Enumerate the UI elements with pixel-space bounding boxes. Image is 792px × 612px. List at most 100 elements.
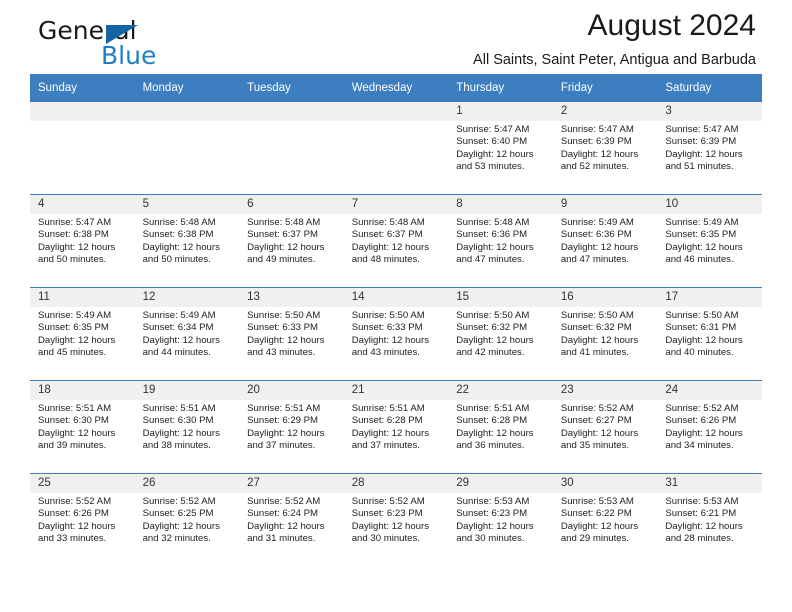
day-info-cell: Sunrise: 5:52 AM Sunset: 6:23 PM Daylight:… (343, 493, 449, 566)
day-info-cell: Sunrise: 5:47 AM Sunset: 6:38 PM Daylight:… (30, 214, 135, 288)
week-daynumber-row: 123 (30, 102, 762, 121)
day-number-cell[interactable]: 12 (134, 287, 240, 307)
day-info-cell: Sunrise: 5:52 AM Sunset: 6:26 PM Daylight:… (30, 493, 135, 566)
day-number-cell[interactable]: 3 (657, 102, 762, 121)
day-sunset-text: Sunset: 6:37 PM (351, 229, 423, 241)
day-info-cell: Sunrise: 5:50 AM Sunset: 6:31 PM Daylight:… (657, 307, 762, 381)
day-daylight-text: Daylight: 12 hours and 34 minutes. (665, 427, 743, 452)
weekday-header-thursday: Thursday (448, 74, 553, 102)
day-number-cell[interactable]: 27 (239, 473, 344, 493)
day-number-cell[interactable]: 16 (552, 287, 658, 307)
week-info-row: Sunrise: 5:51 AM Sunset: 6:30 PM Daylight:… (30, 400, 762, 474)
day-info-cell: Sunrise: 5:52 AM Sunset: 6:27 PM Daylight:… (552, 400, 658, 474)
day-number-cell[interactable]: 15 (448, 287, 553, 307)
day-daylight-text: Daylight: 12 hours and 43 minutes. (351, 334, 430, 359)
day-sunset-text: Sunset: 6:38 PM (142, 229, 214, 241)
day-number-cell[interactable]: 31 (657, 473, 762, 493)
day-info-cell: Sunrise: 5:49 AM Sunset: 6:34 PM Daylight:… (134, 307, 240, 381)
day-sunset-text: Sunset: 6:30 PM (38, 415, 109, 427)
day-number-cell[interactable]: 28 (343, 473, 449, 493)
day-info-cell: Sunrise: 5:52 AM Sunset: 6:26 PM Daylight:… (657, 400, 762, 474)
day-info-cell (239, 121, 344, 195)
day-info-cell: Sunrise: 5:47 AM Sunset: 6:39 PM Daylight:… (552, 121, 658, 195)
week-info-row: Sunrise: 5:52 AM Sunset: 6:26 PM Daylight:… (30, 493, 762, 566)
day-daylight-text: Daylight: 12 hours and 35 minutes. (560, 427, 639, 452)
day-sunset-text: Sunset: 6:30 PM (142, 415, 214, 427)
day-daylight-text: Daylight: 12 hours and 39 minutes. (38, 427, 116, 452)
day-number-cell[interactable]: 10 (657, 194, 762, 214)
weekday-header-friday: Friday (552, 74, 658, 102)
day-number-cell[interactable]: 29 (448, 473, 553, 493)
day-info-cell: Sunrise: 5:50 AM Sunset: 6:33 PM Daylight:… (343, 307, 449, 381)
day-number-cell[interactable]: 18 (30, 380, 135, 400)
day-sunset-text: Sunset: 6:33 PM (247, 322, 319, 334)
day-sunset-text: Sunset: 6:22 PM (560, 508, 632, 520)
day-number-cell[interactable]: 30 (552, 473, 658, 493)
day-number-cell[interactable]: 4 (30, 194, 135, 214)
day-number-cell[interactable]: 2 (552, 102, 658, 121)
day-daylight-text: Daylight: 12 hours and 50 minutes. (38, 241, 116, 266)
day-daylight-text: Daylight: 12 hours and 50 minutes. (142, 241, 220, 266)
day-daylight-text: Daylight: 12 hours and 31 minutes. (247, 520, 325, 545)
day-sunset-text: Sunset: 6:29 PM (247, 415, 319, 427)
day-sunrise-text: Sunrise: 5:51 AM (142, 403, 216, 414)
day-sunrise-text: Sunrise: 5:48 AM (351, 217, 425, 228)
day-daylight-text: Daylight: 12 hours and 32 minutes. (142, 520, 220, 545)
day-number-cell[interactable]: 11 (30, 287, 135, 307)
brand-logo[interactable]: General Blue (38, 16, 268, 72)
day-number-cell[interactable]: 9 (552, 194, 658, 214)
day-number-cell[interactable]: 5 (134, 194, 240, 214)
title-block: August 2024 All Saints, Saint Peter, Ant… (473, 4, 756, 70)
week-daynumber-row: 11 12 13 14 15 16 17 (30, 287, 762, 307)
day-daylight-text: Daylight: 12 hours and 48 minutes. (351, 241, 430, 266)
day-sunrise-text: Sunrise: 5:49 AM (665, 217, 739, 228)
day-sunset-text: Sunset: 6:40 PM (456, 136, 528, 148)
day-sunset-text: Sunset: 6:23 PM (351, 508, 423, 520)
day-info-cell: Sunrise: 5:47 AM Sunset: 6:40 PM Daylight:… (448, 121, 553, 195)
weekday-header-tuesday: Tuesday (239, 74, 344, 102)
day-sunrise-text: Sunrise: 5:51 AM (38, 403, 112, 414)
day-sunset-text: Sunset: 6:33 PM (351, 322, 423, 334)
day-sunrise-text: Sunrise: 5:50 AM (560, 310, 634, 321)
day-info-cell: Sunrise: 5:52 AM Sunset: 6:24 PM Daylight:… (239, 493, 344, 566)
day-number-cell[interactable]: 6 (239, 194, 344, 214)
day-info-cell: Sunrise: 5:52 AM Sunset: 6:25 PM Daylight:… (134, 493, 240, 566)
day-daylight-text: Daylight: 12 hours and 52 minutes. (560, 148, 639, 173)
day-number-cell[interactable]: 19 (134, 380, 240, 400)
brand-name-blue: Blue (101, 41, 157, 70)
day-sunset-text: Sunset: 6:21 PM (665, 508, 737, 520)
day-daylight-text: Daylight: 12 hours and 47 minutes. (456, 241, 534, 266)
day-number-cell[interactable]: 8 (448, 194, 553, 214)
day-number-cell[interactable]: 14 (343, 287, 449, 307)
day-sunrise-text: Sunrise: 5:50 AM (665, 310, 739, 321)
day-info-cell: Sunrise: 5:49 AM Sunset: 6:35 PM Daylight:… (30, 307, 135, 381)
day-sunrise-text: Sunrise: 5:52 AM (560, 403, 634, 414)
day-number-cell[interactable]: 21 (343, 380, 449, 400)
day-sunset-text: Sunset: 6:37 PM (247, 229, 319, 241)
day-sunrise-text: Sunrise: 5:47 AM (456, 124, 530, 135)
day-info-cell: Sunrise: 5:48 AM Sunset: 6:36 PM Daylight:… (448, 214, 553, 288)
day-number-cell[interactable]: 24 (657, 380, 762, 400)
day-sunset-text: Sunset: 6:31 PM (665, 322, 737, 334)
day-number-cell[interactable]: 23 (552, 380, 658, 400)
day-number-cell[interactable]: 25 (30, 473, 135, 493)
day-number-cell[interactable]: 7 (343, 194, 449, 214)
day-number-cell[interactable]: 26 (134, 473, 240, 493)
day-info-cell: Sunrise: 5:51 AM Sunset: 6:30 PM Daylight:… (134, 400, 240, 474)
day-daylight-text: Daylight: 12 hours and 49 minutes. (247, 241, 325, 266)
day-number-cell[interactable]: 13 (239, 287, 344, 307)
day-sunset-text: Sunset: 6:23 PM (456, 508, 528, 520)
weekday-header-wednesday: Wednesday (343, 74, 449, 102)
day-sunrise-text: Sunrise: 5:52 AM (351, 496, 425, 507)
week-daynumber-row: 4 5 6 7 8 9 10 (30, 194, 762, 214)
day-number-cell[interactable]: 20 (239, 380, 344, 400)
day-sunset-text: Sunset: 6:28 PM (456, 415, 528, 427)
day-number-cell (30, 102, 135, 121)
week-info-row: Sunrise: 5:49 AM Sunset: 6:35 PM Daylight:… (30, 307, 762, 381)
day-info-cell (343, 121, 449, 195)
weekday-header-saturday: Saturday (657, 74, 762, 102)
day-number-cell[interactable]: 1 (448, 102, 553, 121)
day-sunrise-text: Sunrise: 5:50 AM (456, 310, 530, 321)
day-number-cell[interactable]: 22 (448, 380, 553, 400)
day-number-cell[interactable]: 17 (657, 287, 762, 307)
